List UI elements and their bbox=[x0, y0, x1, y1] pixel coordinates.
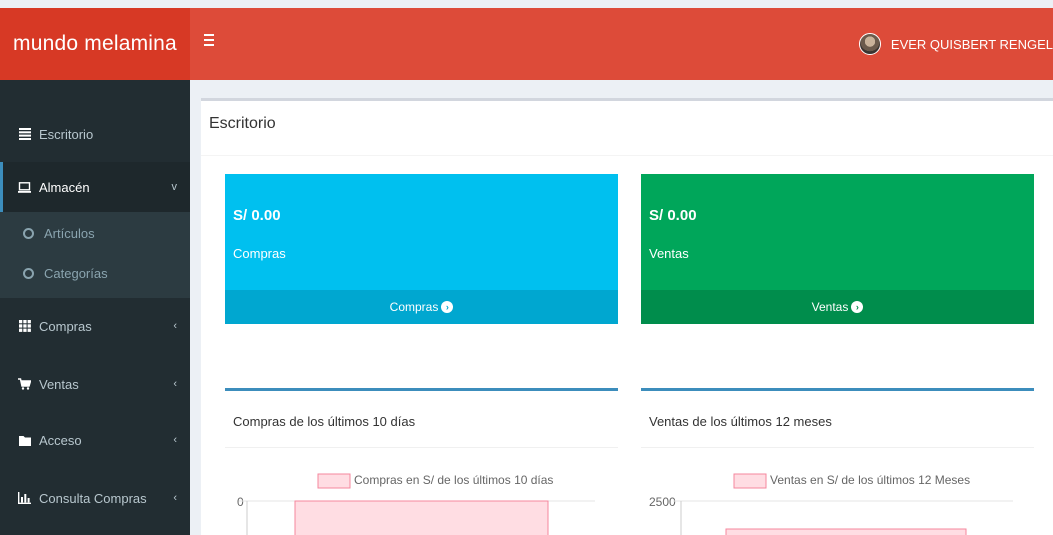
dashboard-icon bbox=[18, 128, 31, 141]
compras-summary-box: S/ 0.00 Compras Compras › bbox=[225, 174, 618, 324]
sidebar-item-consulta-compras[interactable]: Consulta Compras ‹ bbox=[0, 474, 190, 522]
legend-label: Compras en S/ de los últimos 10 días bbox=[354, 473, 553, 487]
user-name: EVER QUISBERT RENGEL bbox=[890, 36, 1053, 52]
compras-chart-box: Compras de los últimos 10 días Compras e… bbox=[225, 388, 618, 535]
compras-amount: S/ 0.00 bbox=[233, 207, 281, 224]
y-tick-label: 2500 bbox=[649, 495, 676, 509]
compras-chart: Compras en S/ de los últimos 10 días 0 bbox=[237, 473, 595, 535]
chevron-left-icon: ‹ bbox=[173, 492, 177, 504]
compras-chart-title: Compras de los últimos 10 días bbox=[233, 414, 416, 429]
ventas-footer-label: Ventas bbox=[811, 300, 849, 314]
bar-chart-icon bbox=[18, 492, 31, 505]
grid-icon bbox=[18, 320, 31, 333]
divider bbox=[225, 447, 618, 448]
sidebar-item-ventas[interactable]: Ventas ‹ bbox=[0, 360, 190, 408]
circle-icon bbox=[23, 267, 34, 279]
ventas-label: Ventas bbox=[649, 246, 689, 261]
sidebar-item-label: Almacén bbox=[39, 179, 90, 195]
sidebar-item-acceso[interactable]: Acceso ‹ bbox=[0, 416, 190, 464]
legend-swatch bbox=[733, 473, 767, 489]
divider bbox=[201, 155, 1053, 156]
bar bbox=[725, 528, 967, 535]
sidebar-subitem-label: Categorías bbox=[44, 265, 108, 281]
compras-more-link[interactable]: Compras › bbox=[225, 290, 618, 324]
ventas-amount: S/ 0.00 bbox=[649, 207, 697, 224]
top-header: mundo melamina EVER QUISBERT RENGEL bbox=[0, 8, 1053, 80]
sidebar-subitem-label: Artículos bbox=[44, 225, 95, 241]
navbar: EVER QUISBERT RENGEL bbox=[190, 8, 1053, 80]
sidebar-item-almacen[interactable]: Almacén v bbox=[0, 162, 190, 212]
sidebar-toggle-icon[interactable] bbox=[204, 34, 214, 46]
y-tick-label: 0 bbox=[237, 495, 244, 509]
sidebar-submenu: Artículos Categorías bbox=[0, 212, 190, 298]
sidebar-item-label: Acceso bbox=[39, 432, 82, 448]
sidebar-item-label: Ventas bbox=[39, 376, 79, 392]
folder-icon bbox=[18, 434, 31, 447]
laptop-icon bbox=[18, 181, 31, 194]
chevron-left-icon: ‹ bbox=[173, 434, 177, 446]
ventas-chart: Ventas en S/ de los últimos 12 Meses 250… bbox=[649, 473, 1013, 535]
page-title: Escritorio bbox=[209, 115, 276, 132]
cart-icon bbox=[18, 378, 31, 391]
compras-label: Compras bbox=[233, 246, 286, 261]
user-avatar bbox=[858, 33, 881, 55]
app-logo[interactable]: mundo melamina bbox=[0, 8, 190, 80]
ventas-summary-box: S/ 0.00 Ventas Ventas › bbox=[641, 174, 1034, 324]
ventas-chart-box: Ventas de los últimos 12 meses Ventas en… bbox=[641, 388, 1034, 535]
divider bbox=[641, 447, 1034, 448]
circle-icon bbox=[23, 227, 34, 239]
sidebar-item-escritorio[interactable]: Escritorio bbox=[0, 110, 190, 158]
ventas-chart-title: Ventas de los últimos 12 meses bbox=[649, 414, 832, 429]
arrow-circle-right-icon: › bbox=[441, 301, 454, 313]
ventas-more-link[interactable]: Ventas › bbox=[641, 290, 1034, 324]
chevron-left-icon: ‹ bbox=[173, 378, 177, 390]
legend-label: Ventas en S/ de los últimos 12 Meses bbox=[770, 473, 970, 487]
compras-footer-label: Compras bbox=[389, 300, 439, 314]
sidebar-item-label: Escritorio bbox=[39, 126, 94, 142]
sidebar-item-compras[interactable]: Compras ‹ bbox=[0, 302, 190, 350]
arrow-circle-right-icon: › bbox=[851, 301, 864, 313]
chevron-down-icon: v bbox=[171, 181, 178, 193]
legend-swatch bbox=[317, 473, 351, 489]
user-menu[interactable]: EVER QUISBERT RENGEL bbox=[858, 8, 1053, 80]
chevron-left-icon: ‹ bbox=[173, 320, 177, 332]
sidebar-item-label: Compras bbox=[39, 318, 92, 334]
sidebar-item-label: Consulta Compras bbox=[39, 490, 147, 506]
sidebar-subitem-articulos[interactable]: Artículos bbox=[0, 218, 190, 248]
sidebar: Escritorio Almacén v Artículos Categoría… bbox=[0, 80, 190, 535]
sidebar-subitem-categorias[interactable]: Categorías bbox=[0, 258, 190, 288]
bar bbox=[294, 500, 549, 535]
